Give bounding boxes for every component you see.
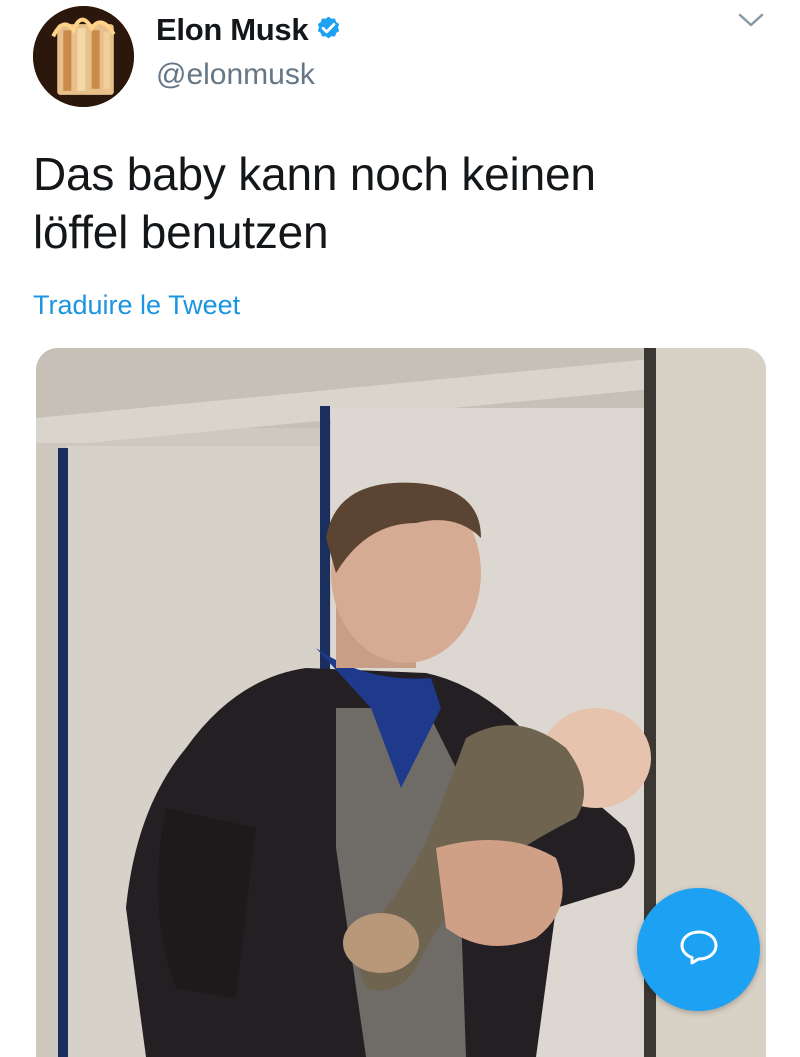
tweet-text-line: löffel benutzen bbox=[33, 206, 329, 258]
tweet-text-line: Das baby kann noch keinen bbox=[33, 148, 596, 200]
speech-bubble-icon bbox=[677, 925, 721, 974]
avatar[interactable] bbox=[33, 6, 134, 107]
user-handle[interactable]: @elonmusk bbox=[156, 58, 315, 92]
display-name[interactable]: Elon Musk bbox=[156, 12, 309, 48]
translate-tweet-link[interactable]: Traduire le Tweet bbox=[33, 290, 240, 321]
avatar-image bbox=[33, 6, 134, 107]
chevron-down-icon[interactable] bbox=[736, 8, 766, 32]
tweet-text: Das baby kann noch keinen löffel benutze… bbox=[33, 145, 763, 261]
author-name-row: Elon Musk bbox=[156, 10, 343, 50]
compose-button[interactable] bbox=[637, 888, 760, 1011]
verified-badge-icon bbox=[308, 13, 343, 47]
